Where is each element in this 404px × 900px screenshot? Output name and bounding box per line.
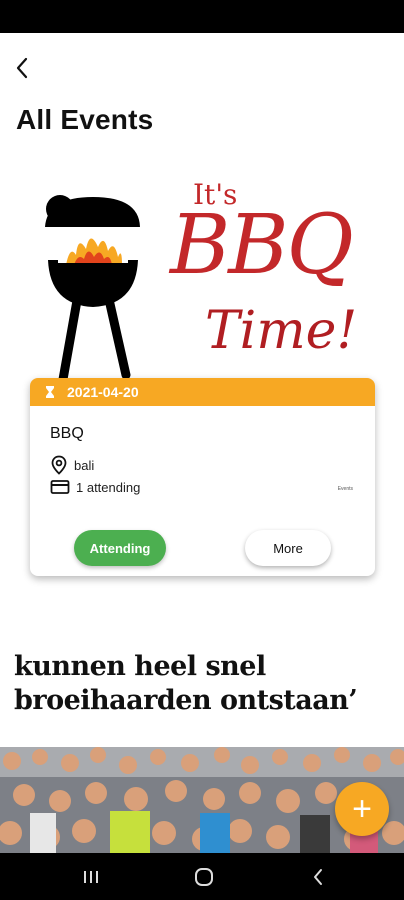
more-button[interactable]: More	[245, 530, 331, 566]
back-nav-icon	[314, 869, 322, 885]
ticket-card-icon	[50, 480, 70, 494]
attending-button[interactable]: Attending	[74, 530, 166, 566]
event-name: BBQ	[50, 425, 84, 442]
add-event-fab[interactable]: +	[335, 782, 389, 836]
hourglass-icon	[45, 385, 55, 399]
promo-line-time: Time!	[205, 301, 358, 361]
event-location: bali	[74, 457, 95, 473]
recents-button[interactable]	[77, 863, 105, 891]
event-date: 2021-04-20	[67, 384, 139, 400]
promo-line-bbq: BBQ	[170, 198, 354, 293]
recents-icon	[84, 871, 98, 883]
event-card[interactable]: 2021-04-20 BBQ bali 1 attending Events A…	[30, 378, 375, 576]
location-pin-icon	[51, 455, 67, 475]
event-attending-count: 1 attending	[76, 479, 141, 495]
home-icon	[195, 868, 213, 886]
plus-icon: +	[352, 789, 372, 828]
event-attending-row: 1 attending	[50, 479, 140, 495]
status-bar	[0, 0, 404, 33]
event-tiny-label: Events	[337, 486, 353, 492]
home-button[interactable]	[190, 863, 218, 891]
system-nav-bar	[0, 853, 404, 900]
nav-back-button[interactable]	[304, 863, 332, 891]
back-arrow-icon	[16, 57, 28, 79]
news-headline: kunnen heel snel broeihaarden ontstaan’	[14, 651, 358, 716]
page-title: All Events	[16, 104, 154, 135]
back-button[interactable]	[10, 56, 34, 80]
event-location-row: bali	[50, 455, 94, 475]
event-card-header: 2021-04-20	[30, 378, 375, 406]
